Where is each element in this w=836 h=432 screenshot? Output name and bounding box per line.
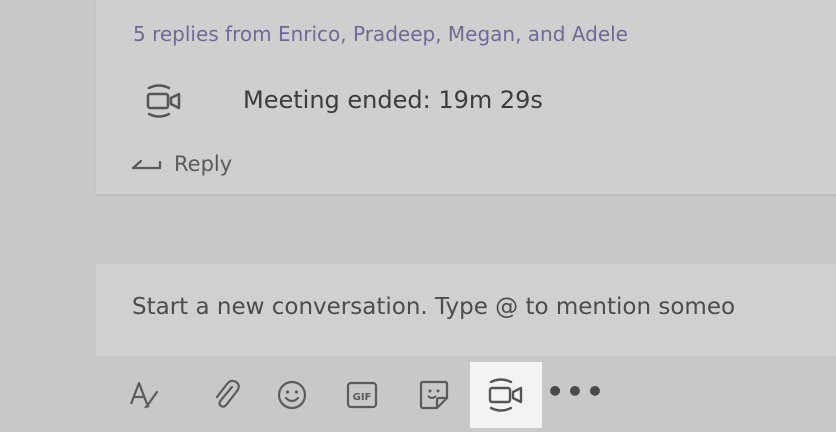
emoji-button[interactable] xyxy=(268,362,316,428)
attach-icon xyxy=(211,378,241,412)
meet-now-icon xyxy=(485,377,527,413)
format-button[interactable] xyxy=(120,362,168,428)
compose-toolbar: GIF ••• xyxy=(120,362,680,428)
video-camera-icon xyxy=(143,84,185,118)
meeting-status-text: Meeting ended: 19m 29s xyxy=(243,86,543,114)
reply-arrow-icon xyxy=(130,152,164,176)
more-options-icon: ••• xyxy=(546,375,606,408)
gif-button[interactable]: GIF xyxy=(338,362,386,428)
replies-summary-link[interactable]: 5 replies from Enrico, Pradeep, Megan, a… xyxy=(133,22,628,46)
compose-placeholder[interactable]: Start a new conversation. Type @ to ment… xyxy=(132,294,735,320)
format-icon xyxy=(127,378,161,412)
reply-label: Reply xyxy=(174,152,233,176)
gif-label: GIF xyxy=(353,392,372,403)
meet-now-button[interactable] xyxy=(470,362,542,428)
attach-button[interactable] xyxy=(202,362,250,428)
sticker-icon xyxy=(417,378,451,412)
emoji-icon xyxy=(275,378,309,412)
more-options-button[interactable]: ••• xyxy=(546,362,604,428)
reply-button[interactable]: Reply xyxy=(130,148,232,180)
gif-icon: GIF xyxy=(345,380,379,410)
sticker-button[interactable] xyxy=(410,362,458,428)
